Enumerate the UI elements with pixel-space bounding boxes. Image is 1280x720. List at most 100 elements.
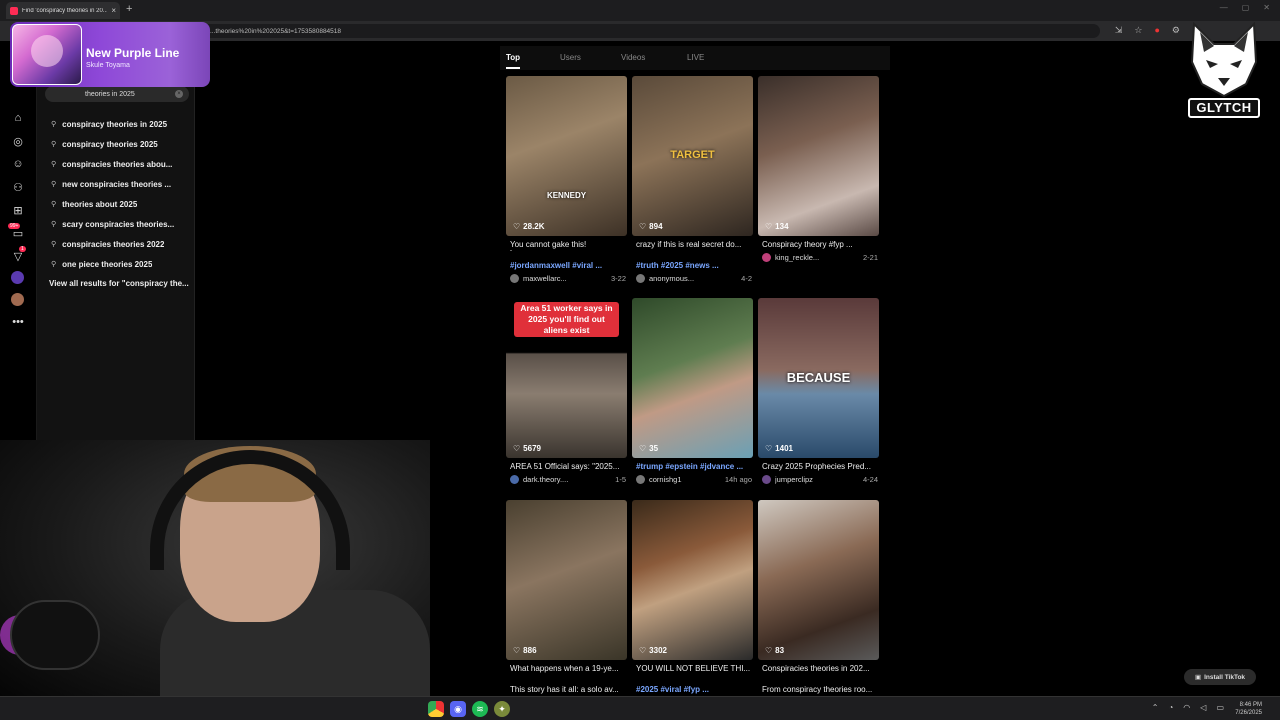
discord-icon[interactable]: ◉ (450, 701, 466, 717)
search-icon: ⚲ (51, 161, 57, 168)
video-thumbnail[interactable]: ♡ 35 (632, 298, 753, 458)
chevron-up-icon[interactable]: ⌃ (1152, 703, 1159, 712)
maximize-button[interactable]: ▢ (1242, 3, 1250, 12)
video-thumbnail[interactable]: ♡ 886 (506, 500, 627, 660)
battery-icon[interactable]: ▭ (1216, 703, 1224, 712)
author-avatar[interactable] (510, 274, 519, 283)
logo-wordmark: GLYTCH (1188, 98, 1260, 118)
author-avatar[interactable] (762, 475, 771, 484)
minimize-button[interactable]: — (1220, 3, 1228, 12)
author-name[interactable]: jumperclipz (775, 475, 863, 484)
window-controls: — ▢ ✕ (1220, 3, 1270, 12)
video-tags[interactable]: #jordanmaxwell #viral ... (510, 261, 624, 270)
profile-avatar[interactable] (11, 293, 24, 306)
close-icon[interactable]: × (111, 6, 116, 15)
video-caption[interactable]: Conspiracies theories in 202... (762, 664, 876, 673)
video-meta: maxwellarc... 3-22 (510, 274, 626, 283)
close-window-button[interactable]: ✕ (1263, 3, 1270, 12)
tab-top[interactable]: Top (506, 53, 520, 62)
author-avatar[interactable] (636, 274, 645, 283)
explore-compass-icon[interactable]: ◎ (11, 134, 25, 148)
video-thumbnail[interactable]: Area 51 worker says in 2025 you'll find … (506, 298, 627, 458)
video-caption[interactable]: AREA 51 Official says: "2025... (510, 462, 624, 471)
view-all-results-link[interactable]: View all results for "conspiracy the... (49, 279, 189, 288)
network-icon[interactable]: ◔ (1168, 703, 1173, 712)
like-count: ♡ 3302 (639, 646, 667, 655)
chrome-icon[interactable] (428, 701, 444, 717)
heart-icon: ♡ (513, 222, 521, 231)
video-caption[interactable]: crazy if this is real secret do... (636, 240, 750, 249)
video-caption[interactable]: #trump #epstein #jdvance ... (636, 462, 750, 471)
video-thumbnail[interactable]: ♡ 134 (758, 76, 879, 236)
post-date: 3-22 (610, 274, 626, 283)
author-name[interactable]: king_reckle... (775, 253, 863, 262)
post-date: 2-21 (862, 253, 878, 262)
tab-users[interactable]: Users (560, 53, 581, 62)
live-avatar[interactable] (11, 271, 24, 284)
wifi-icon[interactable]: ◠ (1183, 703, 1190, 712)
new-tab-button[interactable]: + (126, 3, 132, 15)
video-thumbnail[interactable]: TARGET ♡ 894 (632, 76, 753, 236)
upload-icon[interactable]: ⊞ (11, 203, 25, 217)
volume-icon[interactable]: ◁ (1200, 703, 1206, 712)
home-icon[interactable]: ⌂ (11, 111, 25, 125)
author-avatar[interactable] (510, 475, 519, 484)
author-name[interactable]: anonymous... (649, 274, 741, 283)
search-input[interactable]: theories in 2025 × (45, 86, 189, 102)
heart-icon: ♡ (639, 222, 647, 231)
following-icon[interactable]: ☺ (11, 157, 25, 171)
author-avatar[interactable] (636, 475, 645, 484)
bookmark-star-icon[interactable]: ☆ (1134, 25, 1142, 36)
friends-icon[interactable]: ⚇ (11, 180, 25, 194)
tab-live[interactable]: LIVE (687, 53, 704, 62)
install-tiktok-button[interactable]: ▣ Install TikTok (1184, 669, 1256, 685)
author-name[interactable]: maxwellarc... (523, 274, 611, 283)
video-tags[interactable]: #truth #2025 #news ... (636, 261, 750, 270)
more-icon[interactable]: ••• (11, 315, 25, 329)
tab-videos[interactable]: Videos (621, 53, 645, 62)
suggestion-item[interactable]: ⚲ conspiracy theories 2025 (37, 134, 195, 154)
suggestion-item[interactable]: ⚲ conspiracy theories in 2025 (37, 114, 195, 134)
browser-tab[interactable]: Find 'conspiracy theories in 20... × (6, 2, 120, 19)
author-name[interactable]: cornishg1 (649, 475, 725, 484)
suggestion-item[interactable]: ⚲ conspiracies theories abou... (37, 154, 195, 174)
search-icon: ⚲ (51, 141, 57, 148)
video-meta: cornishg1 14h ago (636, 475, 752, 484)
headphones (150, 450, 350, 570)
app-icon[interactable]: ✦ (494, 701, 510, 717)
author-avatar[interactable] (762, 253, 771, 262)
suggestion-item[interactable]: ⚲ scary conspiracies theories... (37, 214, 195, 234)
install-app-icon[interactable]: ⇲ (1115, 25, 1123, 36)
video-thumbnail[interactable]: ♡ 3302 (632, 500, 753, 660)
thumbnail-overlay-text: TARGET (670, 149, 715, 161)
url-field[interactable]: ...theories%20in%202025&t=1753580884518 (60, 24, 1100, 38)
video-caption[interactable]: Crazy 2025 Prophecies Pred... (762, 462, 876, 471)
tab-title: Find 'conspiracy theories in 20... (22, 7, 108, 14)
video-thumbnail[interactable]: KENNEDY ♡ 28.2K (506, 76, 627, 236)
glytch-logo: GLYTCH (1186, 21, 1262, 122)
spotify-icon[interactable]: ≋ (472, 701, 488, 717)
search-query: theories in 2025 (85, 90, 135, 98)
video-thumbnail[interactable]: ♡ 83 (758, 500, 879, 660)
video-caption[interactable]: YOU WILL NOT BELIEVE THI... (636, 664, 750, 673)
video-thumbnail[interactable]: BECAUSE ♡ 1401 (758, 298, 879, 458)
system-clock[interactable]: 8:46 PM 7/26/2025 (1235, 701, 1262, 717)
video-caption[interactable]: Conspiracy theory #fyp ... (762, 240, 876, 249)
suggestion-item[interactable]: ⚲ conspiracies theories 2022 (37, 234, 195, 254)
video-caption[interactable]: What happens when a 19-ye... (510, 664, 624, 673)
microphone (10, 600, 100, 670)
video-tags[interactable]: #2025 #viral #fyp ... (636, 685, 750, 694)
search-icon: ⚲ (51, 121, 57, 128)
now-playing-widget: New Purple Line Skule Toyama (10, 22, 210, 87)
search-icon: ⚲ (51, 201, 57, 208)
active-tab-indicator (506, 67, 520, 69)
suggestion-item[interactable]: ⚲ one piece theories 2025 (37, 254, 195, 274)
extension-icon[interactable]: ● (1154, 25, 1159, 36)
toolbar-icons: ⇲ ☆ ● ⚙ (1115, 25, 1180, 36)
inbox-badge: 1 (19, 246, 26, 252)
suggestion-item[interactable]: ⚲ theories about 2025 (37, 194, 195, 214)
suggestion-item[interactable]: ⚲ new conspiracies theories ... (37, 174, 195, 194)
clear-search-icon[interactable]: × (175, 90, 183, 98)
extensions-puzzle-icon[interactable]: ⚙ (1172, 25, 1180, 36)
author-name[interactable]: dark.theory.... (523, 475, 615, 484)
